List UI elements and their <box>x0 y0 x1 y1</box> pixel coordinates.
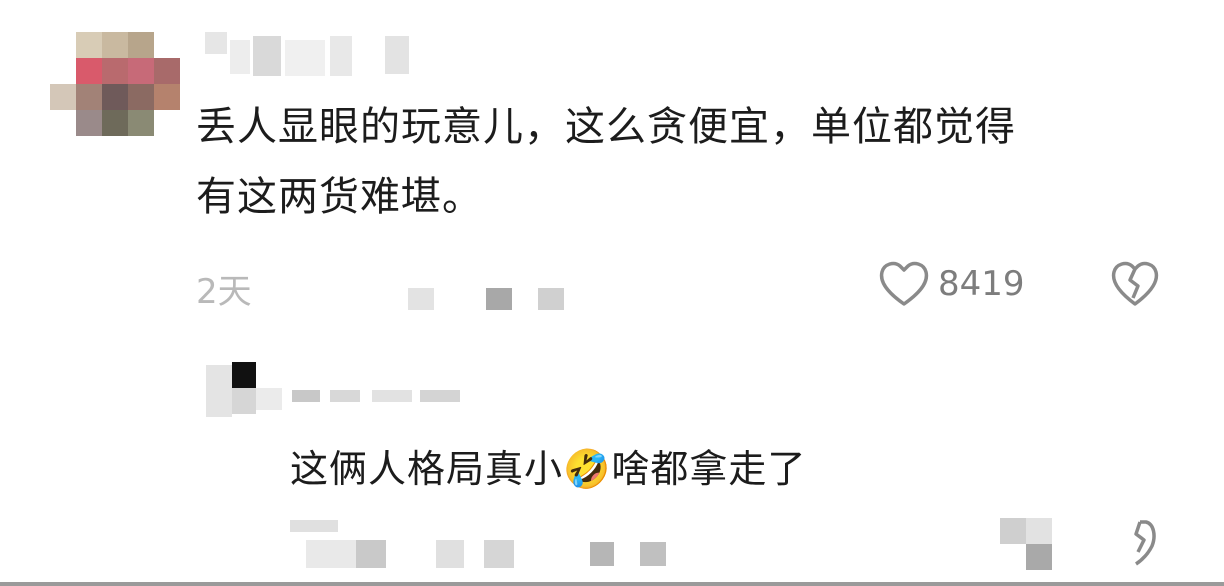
reply-text-before: 这俩人格局真小 <box>290 447 564 491</box>
reply-dislike-button[interactable] <box>1116 516 1166 566</box>
heart-outline-icon <box>879 261 929 306</box>
reply-text: 这俩人格局真小🤣啥都拿走了 <box>290 438 806 493</box>
bottom-divider <box>0 582 1224 586</box>
comment-time: 2天 <box>196 272 252 312</box>
rofl-emoji: 🤣 <box>563 447 612 491</box>
comment-text: 丢人显眼的玩意儿，这么贪便宜，单位都觉得 有这两货难堪。 <box>196 92 1196 232</box>
comment-text-line-2: 有这两货难堪。 <box>196 174 483 220</box>
broken-heart-icon <box>1111 261 1159 306</box>
dislike-button[interactable] <box>1108 258 1162 310</box>
avatar[interactable] <box>50 32 180 136</box>
comment-text-line-1: 丢人显眼的玩意儿，这么贪便宜，单位都觉得 <box>196 104 1016 150</box>
reply-text-after: 啥都拿走了 <box>611 447 807 491</box>
like-button[interactable] <box>876 258 932 310</box>
like-count: 8419 <box>938 264 1025 304</box>
broken-heart-icon <box>1134 520 1156 566</box>
